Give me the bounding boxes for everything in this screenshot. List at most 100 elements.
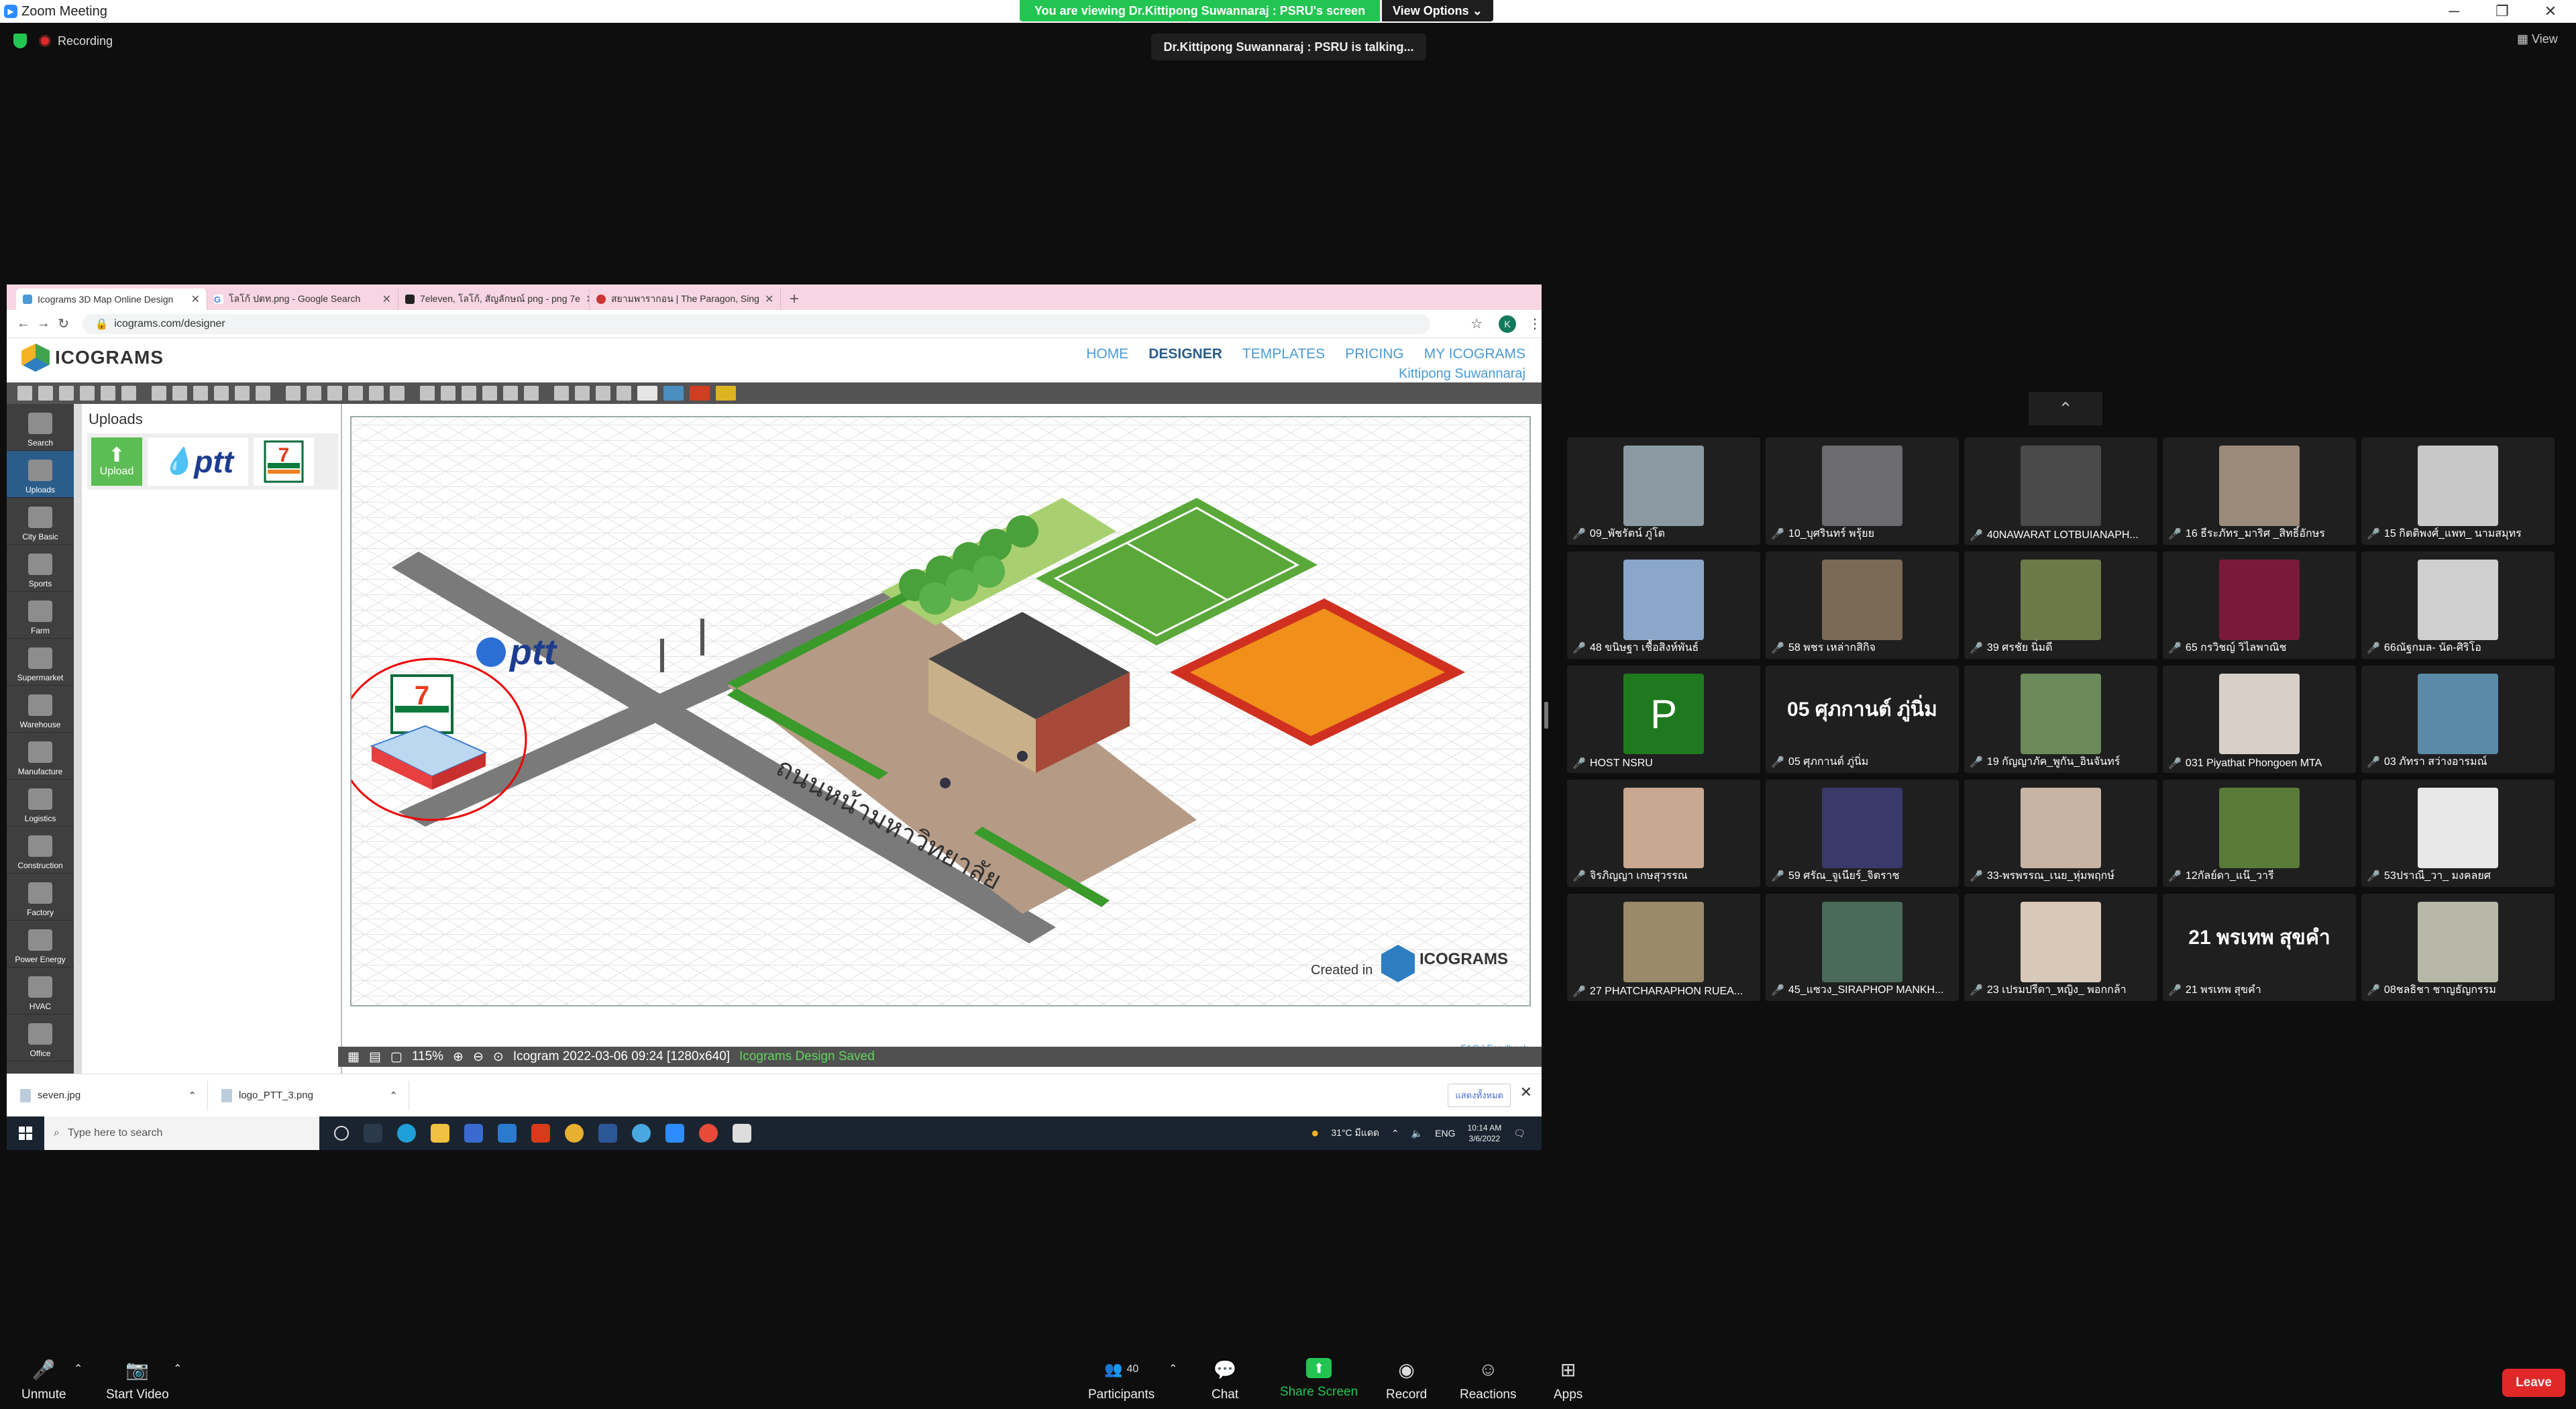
sidebar-item-sports[interactable]: Sports [7,545,74,592]
apps-button[interactable]: ⊞ Apps [1554,1358,1582,1402]
grid-toggle-icon[interactable]: ▦ [347,1049,360,1065]
sidebar-item-uploads[interactable]: Uploads [7,451,74,498]
taskbar-search[interactable]: ⌕ Type here to search [44,1116,319,1150]
participant-tile[interactable]: 05 ศุภกานต์ ภู่นิ่ม 🎤 05 ศุภกานต์ ภู่นิ่ม [1766,666,1959,773]
group-icon[interactable] [235,386,250,401]
sidebar-item-warehouse[interactable]: Warehouse [7,686,74,733]
sidebar-item-logistics[interactable]: Logistics [7,780,74,827]
browser-tab-7eleven[interactable]: 7eleven, โลโก้, สัญลักษณ์ png - png 7e✕ [398,289,590,310]
chat-button[interactable]: 💬 Chat [1212,1358,1238,1402]
lang-indicator[interactable]: ENG [1435,1128,1455,1139]
notifications-icon[interactable]: 🗨 [1513,1128,1525,1139]
crop-icon[interactable] [575,386,590,401]
shared-screen[interactable]: Icograms 3D Map Online Design ✕ G โลโก้ ปต… [7,284,1542,1150]
participant-tile[interactable]: 🎤 48 ขนิษฐา เชื้อสิงห์พันธ์ [1567,552,1760,659]
collapse-gallery-button[interactable]: ⌃ [2029,392,2102,425]
cortana-icon[interactable] [334,1126,349,1141]
browser-tab-paragon[interactable]: สยามพารากอน | The Paragon, Sing ✕ [590,289,781,310]
chrome-alt-icon[interactable] [699,1124,718,1143]
participant-tile[interactable]: 🎤 12กัลย์ดา_แน๊_วารี [2163,780,2356,887]
sidebar-item-supermarket[interactable]: Supermarket [7,639,74,686]
close-icon[interactable]: ✕ [2530,0,2571,23]
color-swatch[interactable] [716,386,736,401]
nav-designer[interactable]: DESIGNER [1148,346,1222,362]
download-item[interactable]: logo_PTT_3.png ⌃ [208,1080,409,1110]
reload-icon[interactable]: ↻ [54,315,74,332]
download-item[interactable]: seven.jpg ⌃ [7,1080,208,1110]
close-tab-icon[interactable]: ✕ [382,293,391,306]
rotate-icon[interactable] [390,386,405,401]
sidebar-scrollbar[interactable] [74,404,82,1075]
mail-icon[interactable] [498,1124,517,1143]
stroke-color-icon[interactable] [482,386,497,401]
zoom-out-icon[interactable]: ⊖ [473,1049,484,1065]
move-icon[interactable] [101,386,115,401]
close-tab-icon[interactable]: ✕ [765,293,773,306]
color-swatch[interactable] [690,386,710,401]
close-icon[interactable]: ✕ [1520,1084,1532,1101]
participant-tile[interactable]: 🎤 59 ศรัณ_จูเนียร์_จิตราช [1766,780,1959,887]
split-handle[interactable] [1544,702,1548,729]
nav-pricing[interactable]: PRICING [1345,346,1404,362]
open-file-icon[interactable] [38,386,53,401]
start-video-button[interactable]: 📷 Start Video [106,1358,169,1402]
forward-icon[interactable]: → [34,316,54,331]
share-screen-button[interactable]: ⬆ Share Screen [1280,1358,1358,1400]
document-name[interactable]: Icogram 2022-03-06 09:24 [1280x640] [513,1049,730,1064]
clock[interactable]: 10:14 AM 3/6/2022 [1468,1123,1502,1144]
participant-tile[interactable]: 🎤 10_บุศรินทร์ พรุ้ยย [1766,437,1959,545]
participant-tile[interactable]: 🎤 03 ภัทรา สว่างอารมณ์ [2361,666,2555,773]
chevron-up-icon[interactable]: ⌃ [74,1362,83,1375]
kebab-menu-icon[interactable]: ⋮ [1528,315,1542,332]
zoom-in-icon[interactable]: ⊕ [453,1049,464,1065]
icograms-logo[interactable]: ICOGRAMS [21,344,164,372]
weather-text[interactable]: 31°C มีแดด [1331,1126,1379,1141]
participant-tile[interactable]: 🎤 66ณัฐกมล- นัด-ศิริโอ [2361,552,2555,659]
participant-tile[interactable]: 🎤 08ชลธิชา ชาญธัญกรรม [2361,894,2555,1001]
participant-tile[interactable]: 🎤 33-พรพรรณ_เนย_หุ่มพฤกษ์ [1964,780,2157,887]
frame-icon[interactable]: ▢ [390,1049,402,1065]
align-center-icon[interactable] [286,386,301,401]
zoom-tool-icon[interactable] [554,386,569,401]
restore-icon[interactable]: ❐ [2482,0,2522,23]
seven-eleven-thumbnail[interactable]: 7 [254,437,314,486]
ptt-logo-thumbnail[interactable]: 💧 ptt [148,437,248,486]
sidebar-item-city-basic[interactable]: City Basic [7,498,74,545]
chevron-up-icon[interactable]: ⌃ [389,1090,398,1102]
participant-tile[interactable]: 🎤 031 Piyathat Phongoen MTA [2163,666,2356,773]
word-icon[interactable] [598,1124,617,1143]
participant-tile[interactable]: 🎤 65 กรวิชญ์ วิไลพาณิช [2163,552,2356,659]
participant-tile[interactable]: P 🎤 HOST NSRU [1567,666,1760,773]
chrome-profile-icon[interactable] [632,1124,651,1143]
profile-avatar[interactable]: K [1499,315,1516,333]
participant-tile[interactable]: 🎤 58 พชร เหล่ากสิกิจ [1766,552,1959,659]
back-icon[interactable]: ← [13,316,34,331]
send-back-icon[interactable] [348,386,363,401]
store-icon[interactable] [464,1124,483,1143]
participant-tile[interactable]: 🎤 19 กัญญาภัค_พูกัน_อินจันทร์ [1964,666,2157,773]
layer-icon[interactable] [420,386,435,401]
participants-button[interactable]: 👥 40 Participants [1088,1358,1155,1402]
ptt-logo-on-map[interactable]: ptt [476,632,557,672]
new-file-icon[interactable] [17,386,32,401]
paste-icon[interactable] [152,386,166,401]
participant-tile[interactable]: 🎤 39 ศรชัย นิ่มดี [1964,552,2157,659]
sidebar-item-hvac[interactable]: HVAC [7,968,74,1014]
show-all-downloads-button[interactable]: แสดงทั้งหมด [1448,1084,1511,1107]
delete-icon[interactable] [193,386,208,401]
participant-tile[interactable]: 21 พรเทพ สุขคำ 🎤 21 พรเทพ สุขคำ [2163,894,2356,1001]
sidebar-item-search[interactable]: Search [7,404,74,451]
new-tab-icon[interactable]: + [781,289,808,310]
volume-icon[interactable]: 🔈 [1411,1128,1423,1139]
participant-tile[interactable]: 🎤 40NAWARAT LOTBUIANAPH... [1964,437,2157,545]
participant-tile[interactable]: 🎤 23 เปรมปรีดา_หญิง_ พอกกล้า [1964,894,2157,1001]
zoom-fit-icon[interactable]: ⊙ [493,1049,504,1065]
design-canvas[interactable]: ถนนหน้ามหาวิทยาลัย ptt 7 ELEVEN Created … [350,416,1531,1006]
preview-icon[interactable] [596,386,610,401]
upload-button[interactable]: ⬆ Upload [91,437,142,486]
undo-icon[interactable] [172,386,187,401]
close-tab-icon[interactable]: ✕ [191,293,200,306]
sidebar-item-construction[interactable]: Construction [7,827,74,874]
minimize-icon[interactable]: ─ [2434,0,2474,23]
record-button[interactable]: ◉ Record [1386,1358,1427,1402]
